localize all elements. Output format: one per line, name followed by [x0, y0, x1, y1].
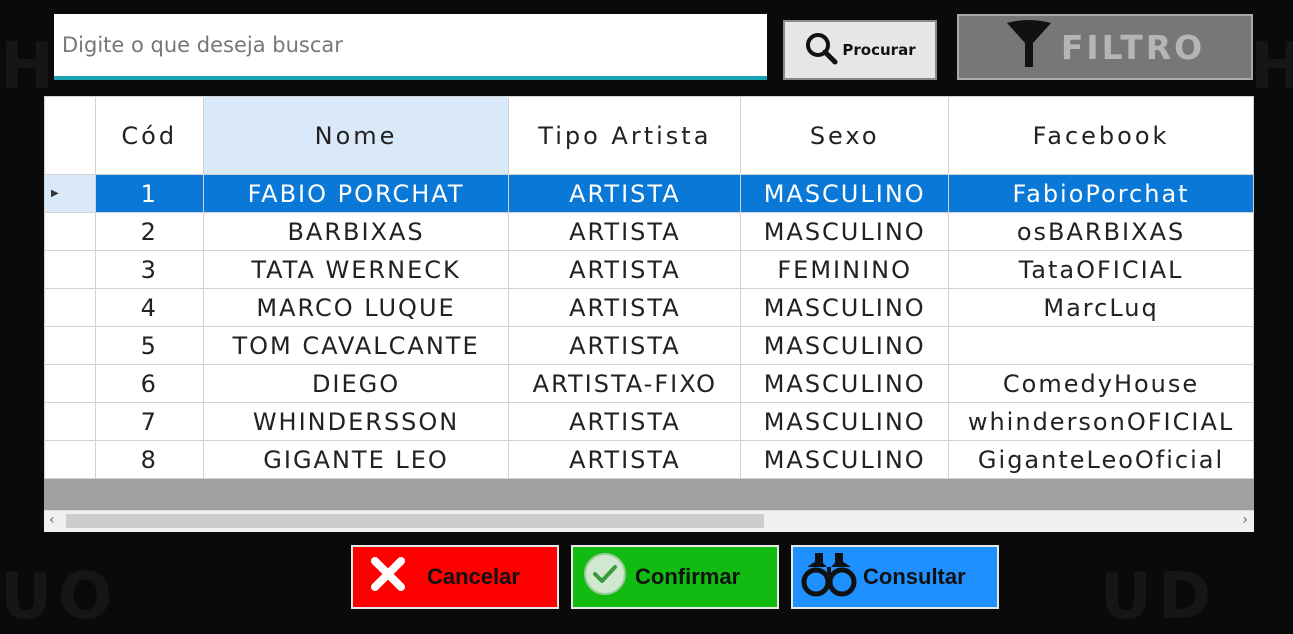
table-cell[interactable]: MASCULINO [740, 402, 950, 441]
scroll-left-icon[interactable]: ‹ [49, 512, 55, 528]
table-row[interactable]: 4 MARCO LUQUE ARTISTA MASCULINO MarcLuq [44, 288, 1254, 327]
table-cell[interactable]: MASCULINO [740, 326, 950, 365]
column-header[interactable]: Facebook [948, 96, 1254, 175]
table-cell[interactable]: ARTISTA-FIXO [508, 364, 742, 403]
table-row[interactable]: 7 WHINDERSSON ARTISTA MASCULINO whindersonOF… [44, 402, 1254, 441]
filter-button-label: FILTRO [1060, 27, 1206, 67]
search-button[interactable]: Procurar [783, 20, 937, 80]
table-cell[interactable]: TataOFICIAL [948, 250, 1254, 289]
binoculars-icon [801, 551, 857, 603]
table-cell[interactable]: FABIO PORCHAT [202, 174, 510, 213]
row-header[interactable] [44, 288, 96, 327]
table-cell[interactable]: 2 [94, 212, 204, 251]
magnifier-icon [804, 31, 838, 69]
table-cell[interactable]: MarcLuq [948, 288, 1254, 327]
column-header[interactable]: Nome [202, 96, 510, 175]
table-cell[interactable]: TOM CAVALCANTE [202, 326, 510, 365]
x-icon [371, 557, 405, 597]
table-cell[interactable]: ARTISTA [508, 402, 742, 441]
search-button-label: Procurar [842, 41, 916, 59]
table-cell[interactable]: whindersonOFICIAL [948, 402, 1254, 441]
scrollbar-thumb[interactable] [66, 514, 764, 528]
table-cell[interactable]: GiganteLeoOficial [948, 440, 1254, 479]
column-header[interactable]: Sexo [740, 96, 950, 175]
row-header[interactable] [44, 440, 96, 479]
table-cell[interactable]: MASCULINO [740, 212, 950, 251]
funnel-icon [1005, 19, 1053, 75]
table-row[interactable]: 3 TATA WERNECK ARTISTA FEMININO TataOFICIAL [44, 250, 1254, 289]
confirm-button-label: Confirmar [635, 564, 741, 589]
table-cell[interactable]: GIGANTE LEO [202, 440, 510, 479]
table-cell[interactable]: FabioPorchat [948, 174, 1254, 213]
cancel-button[interactable]: Cancelar [351, 545, 559, 609]
consult-button-label: Consultar [863, 564, 966, 589]
table-cell[interactable]: ARTISTA [508, 250, 742, 289]
table-cell[interactable]: MASCULINO [740, 364, 950, 403]
table-cell[interactable]: MASCULINO [740, 288, 950, 327]
row-header[interactable] [44, 250, 96, 289]
column-header[interactable]: Cód [94, 96, 204, 175]
table-cell[interactable]: 1 [94, 174, 204, 213]
current-row-indicator-icon: ▶ [51, 188, 61, 199]
table-cell[interactable]: osBARBIXAS [948, 212, 1254, 251]
table-cell[interactable]: ARTISTA [508, 174, 742, 213]
artists-table: Cód Nome Tipo Artista Sexo Facebook ▶ 1 FA… [44, 96, 1254, 479]
table-cell[interactable]: FEMININO [740, 250, 950, 289]
row-header[interactable] [44, 364, 96, 403]
table-row[interactable]: ▶ 1 FABIO PORCHAT ARTISTA MASCULINO FabioPorc… [44, 174, 1254, 213]
table-cell[interactable]: ARTISTA [508, 326, 742, 365]
row-header[interactable] [44, 326, 96, 365]
table-cell[interactable]: 8 [94, 440, 204, 479]
table-cell[interactable]: WHINDERSSON [202, 402, 510, 441]
table-header-row: Cód Nome Tipo Artista Sexo Facebook [44, 96, 1254, 175]
table-row[interactable]: 5 TOM CAVALCANTE ARTISTA MASCULINO [44, 326, 1254, 365]
table-cell[interactable]: MASCULINO [740, 440, 950, 479]
horizontal-scrollbar[interactable]: ‹ › [44, 510, 1254, 532]
table-cell[interactable]: MASCULINO [740, 174, 950, 213]
table-cell[interactable]: DIEGO [202, 364, 510, 403]
table-cell[interactable]: ARTISTA [508, 288, 742, 327]
data-grid[interactable]: Cód Nome Tipo Artista Sexo Facebook ▶ 1 FA… [44, 96, 1254, 531]
row-header[interactable]: ▶ [44, 174, 96, 213]
cancel-button-label: Cancelar [427, 564, 520, 589]
table-cell[interactable]: 6 [94, 364, 204, 403]
row-header-corner [44, 96, 96, 175]
table-cell[interactable]: ComedyHouse [948, 364, 1254, 403]
table-cell[interactable]: MARCO LUQUE [202, 288, 510, 327]
scroll-right-icon[interactable]: › [1242, 512, 1248, 528]
consult-button[interactable]: Consultar [791, 545, 999, 609]
row-header[interactable] [44, 212, 96, 251]
table-cell[interactable] [948, 326, 1254, 365]
table-cell[interactable]: ARTISTA [508, 212, 742, 251]
table-row[interactable]: 8 GIGANTE LEO ARTISTA MASCULINO GiganteLeoOf… [44, 440, 1254, 479]
check-circle-icon [583, 552, 627, 602]
table-cell[interactable]: 5 [94, 326, 204, 365]
column-header[interactable]: Tipo Artista [508, 96, 742, 175]
row-header[interactable] [44, 402, 96, 441]
search-input[interactable] [54, 14, 767, 76]
table-cell[interactable]: TATA WERNECK [202, 250, 510, 289]
table-cell[interactable]: 4 [94, 288, 204, 327]
confirm-button[interactable]: Confirmar [571, 545, 779, 609]
table-row[interactable]: 6 DIEGO ARTISTA-FIXO MASCULINO ComedyHouse [44, 364, 1254, 403]
search-field[interactable] [54, 14, 767, 80]
table-cell[interactable]: 7 [94, 402, 204, 441]
table-cell[interactable]: 3 [94, 250, 204, 289]
table-row[interactable]: 2 BARBIXAS ARTISTA MASCULINO osBARBIXAS [44, 212, 1254, 251]
filter-button[interactable]: FILTRO [957, 14, 1253, 80]
table-cell[interactable]: BARBIXAS [202, 212, 510, 251]
table-cell[interactable]: ARTISTA [508, 440, 742, 479]
